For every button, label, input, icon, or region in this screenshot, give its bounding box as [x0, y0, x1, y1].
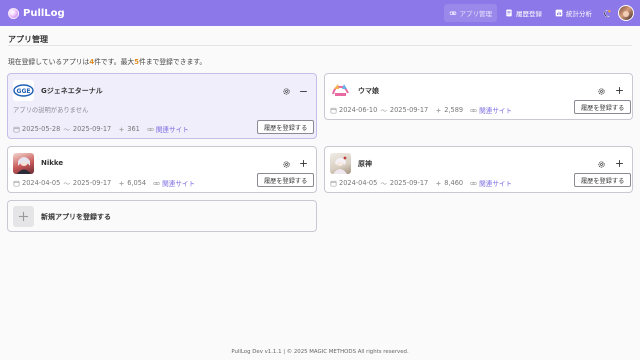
register-history-button[interactable]: 履歴を登録する	[574, 173, 632, 187]
collapse-button[interactable]	[297, 85, 309, 97]
calendar-icon	[330, 180, 337, 186]
status-suffix: 件まで登録できます。	[138, 58, 207, 66]
nav-history-register[interactable]: 履歴登録	[500, 4, 547, 22]
app-meta: 2024-06-10 ～ 2025-09-17 2,589 関連サイト	[330, 105, 512, 115]
date-separator: ～	[380, 107, 387, 115]
sparkle-icon	[435, 107, 442, 113]
end-date: 2025-09-17	[389, 106, 429, 114]
plus-icon	[13, 206, 34, 227]
registration-status: 現在登録しているアプリは4件です。最大5件まで登録できます。	[8, 56, 206, 66]
calendar-icon	[13, 180, 20, 186]
app-card-g-gene[interactable]: GGE Gジェネエターナル アプリの説明がありません 2025-05-28 ～ …	[7, 73, 317, 139]
app-name: ウマ娘	[358, 87, 379, 95]
app-name: Gジェネエターナル	[41, 87, 103, 95]
plus-icon	[299, 159, 307, 167]
title-divider	[8, 45, 632, 46]
link-icon	[153, 181, 160, 185]
sparkle-icon	[118, 180, 125, 186]
app-card-nikke[interactable]: Nikke 2024-04-05 ～ 2025-09-17 6,054 関連サイ…	[7, 146, 317, 193]
settings-button[interactable]	[595, 85, 607, 97]
app-card-uma-musume[interactable]: ウマ娘 2024-06-10 ～ 2025-09-17 2,589 関連サイト …	[324, 73, 633, 120]
start-date: 2024-04-05	[339, 179, 378, 187]
start-date: 2025-05-28	[22, 125, 61, 133]
user-avatar[interactable]	[618, 5, 634, 21]
nav-statistics[interactable]: 統計分析	[550, 4, 597, 22]
gear-icon	[597, 160, 605, 168]
plus-icon	[615, 159, 623, 167]
end-date: 2025-09-17	[389, 179, 429, 187]
gear-icon	[597, 87, 605, 95]
nav-history-register-label: 履歴登録	[516, 10, 542, 18]
minus-icon	[299, 90, 307, 92]
end-date: 2025-09-17	[72, 125, 112, 133]
app-name: Nikke	[41, 159, 64, 167]
link-icon	[147, 127, 154, 131]
chart-icon	[555, 9, 563, 17]
link-icon	[470, 108, 477, 112]
brand-logo-icon	[8, 7, 19, 19]
calendar-icon	[13, 126, 20, 132]
nav-app-management-label: アプリ管理	[459, 10, 493, 18]
page-title: アプリ管理	[8, 35, 48, 44]
genshin-logo-icon	[330, 153, 351, 174]
expand-button[interactable]	[297, 157, 309, 169]
logo-text: GGE	[17, 88, 31, 95]
status-prefix: 現在登録しているアプリは	[8, 58, 90, 66]
register-history-button[interactable]: 履歴を登録する	[257, 120, 315, 134]
new-app-button[interactable]: 新規アプリを登録する	[7, 200, 317, 232]
main-nav: アプリ管理 履歴登録 統計分析	[443, 0, 640, 26]
app-meta: 2024-04-05 ～ 2025-09-17 8,460 関連サイト	[330, 178, 512, 188]
start-date: 2024-04-05	[22, 179, 61, 187]
status-mid: 件です。最大	[94, 58, 135, 66]
brand-link[interactable]: PullLog	[8, 7, 65, 19]
app-card-genshin[interactable]: 原神 2024-04-05 ～ 2025-09-17 8,460 関連サイト 履…	[324, 146, 633, 193]
g-gene-eternal-logo-icon: GGE	[13, 80, 34, 101]
related-site-link[interactable]: 関連サイト	[479, 178, 512, 188]
gear-icon	[282, 160, 290, 168]
plus-icon	[615, 86, 623, 94]
uma-musume-logo-icon	[330, 80, 351, 101]
app-name: 原神	[358, 160, 372, 168]
start-date: 2024-06-10	[339, 106, 378, 114]
calendar-icon	[330, 107, 337, 113]
moon-icon	[603, 9, 611, 17]
theme-toggle-button[interactable]	[600, 6, 614, 20]
document-icon	[506, 9, 512, 17]
related-site-link[interactable]: 関連サイト	[479, 105, 512, 115]
pull-count: 361	[127, 125, 140, 133]
nikke-logo-icon	[13, 153, 34, 174]
date-separator: ～	[63, 180, 70, 188]
register-history-button[interactable]: 履歴を登録する	[257, 173, 315, 187]
top-navbar: PullLog アプリ管理 履歴登録 統計分析	[0, 0, 640, 26]
expand-button[interactable]	[613, 157, 625, 169]
settings-button[interactable]	[595, 158, 607, 170]
expand-button[interactable]	[613, 84, 625, 96]
sparkle-icon	[435, 180, 442, 186]
pull-count: 6,054	[127, 179, 147, 187]
new-app-label: 新規アプリを登録する	[41, 213, 111, 221]
pull-count: 8,460	[444, 179, 464, 187]
app-description: アプリの説明がありません	[13, 107, 89, 114]
brand-name: PullLog	[23, 7, 65, 19]
nav-statistics-label: 統計分析	[566, 10, 592, 18]
settings-button[interactable]	[280, 85, 292, 97]
nav-app-management[interactable]: アプリ管理	[443, 4, 497, 22]
link-icon	[470, 181, 477, 185]
pull-count: 2,589	[444, 106, 464, 114]
gamepad-icon	[449, 11, 456, 15]
settings-button[interactable]	[280, 158, 292, 170]
end-date: 2025-09-17	[72, 179, 112, 187]
date-separator: ～	[63, 126, 70, 134]
register-history-button[interactable]: 履歴を登録する	[574, 100, 632, 114]
app-meta: 2024-04-05 ～ 2025-09-17 6,054 関連サイト	[13, 178, 195, 188]
footer: PullLog Dev v1.1.1 | © 2025 MAGIC METHOD…	[231, 349, 409, 355]
sparkle-icon	[118, 126, 125, 132]
app-meta: 2025-05-28 ～ 2025-09-17 361 関連サイト	[13, 124, 189, 134]
related-site-link[interactable]: 関連サイト	[156, 124, 189, 134]
gear-icon	[282, 87, 290, 95]
date-separator: ～	[380, 180, 387, 188]
related-site-link[interactable]: 関連サイト	[162, 178, 195, 188]
